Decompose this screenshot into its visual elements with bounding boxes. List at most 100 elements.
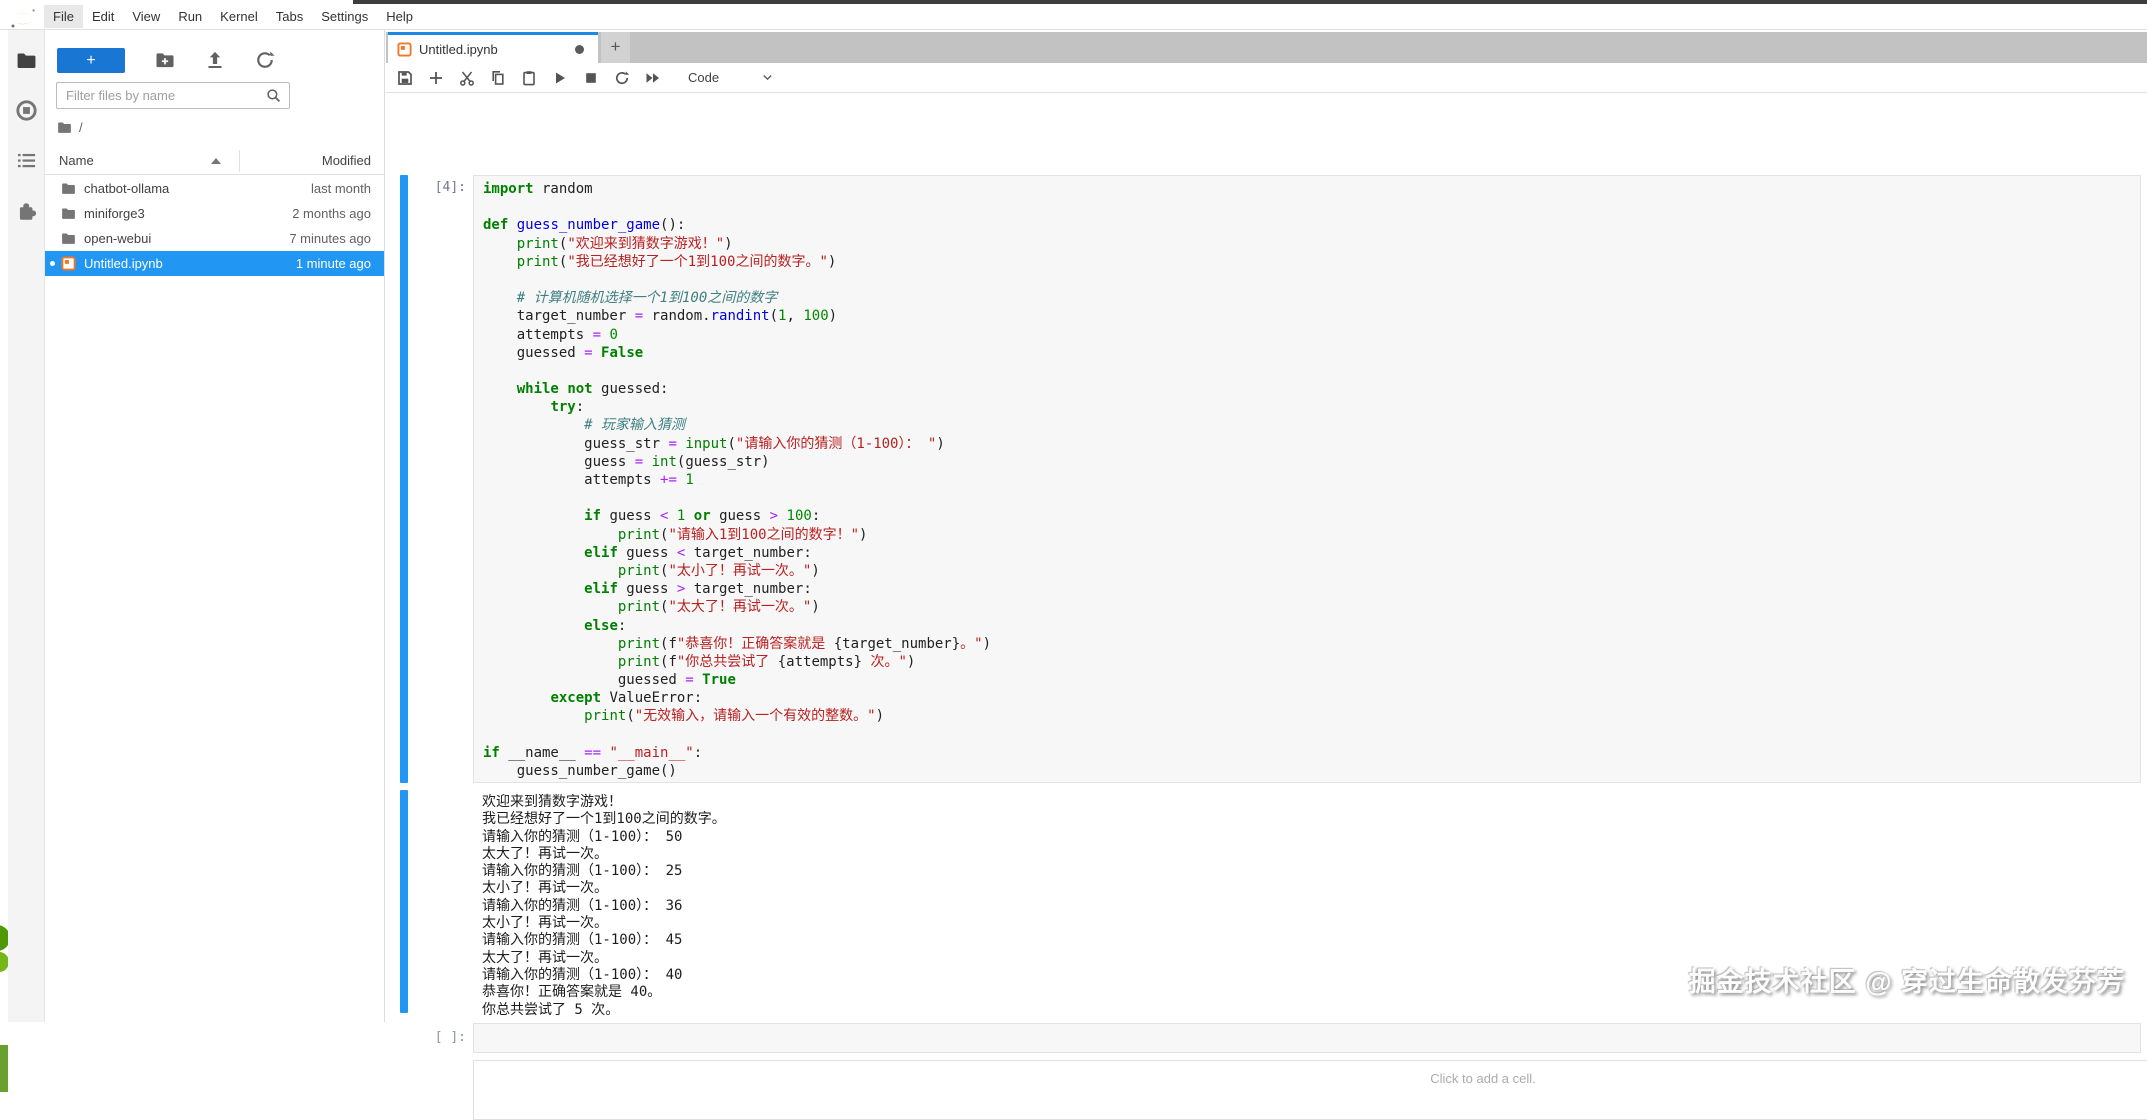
tab-label: Untitled.ipynb <box>419 42 575 57</box>
refresh-icon[interactable] <box>255 50 275 70</box>
file-name: chatbot-ollama <box>84 181 311 196</box>
code-line <box>483 271 2140 289</box>
restart-button[interactable] <box>614 70 630 86</box>
output-line: 请输入你的猜测（1-100）： 25 <box>482 863 2141 880</box>
menu-file[interactable]: File <box>44 5 83 28</box>
notebook-file-icon <box>61 256 76 271</box>
add-cell-button[interactable]: Click to add a cell. <box>473 1060 2147 1120</box>
table-of-contents-icon[interactable] <box>16 150 37 171</box>
sort-ascending-icon <box>211 158 221 164</box>
code-line: print("请输入1到100之间的数字！") <box>483 526 2140 544</box>
code-line: else: <box>483 617 2140 635</box>
breadcrumb[interactable]: / <box>57 120 83 135</box>
menu-edit[interactable]: Edit <box>83 5 123 28</box>
column-divider <box>239 150 240 172</box>
insert-cell-button[interactable] <box>428 70 444 86</box>
menu-bar: FileEditViewRunKernelTabsSettingsHelp <box>0 4 2147 30</box>
output-line: 太大了！再试一次。 <box>482 846 2141 863</box>
interrupt-button[interactable] <box>583 70 599 86</box>
menu-run[interactable]: Run <box>169 5 211 28</box>
code-line: while not guessed: <box>483 380 2140 398</box>
menu-settings[interactable]: Settings <box>312 5 377 28</box>
column-modified[interactable]: Modified <box>322 153 371 168</box>
code-line: attempts += 1 <box>483 471 2140 489</box>
notebook-file-icon <box>397 42 412 57</box>
input-collapser[interactable] <box>400 175 408 783</box>
code-line: elif guess > target_number: <box>483 580 2140 598</box>
file-name: Untitled.ipynb <box>84 256 296 271</box>
notebook-panel: Untitled.ipynb + Code [4]: import random… <box>386 30 2147 1022</box>
cut-button[interactable] <box>459 70 475 86</box>
code-line: guess = int(guess_str) <box>483 453 2140 471</box>
output-line: 请输入你的猜测（1-100）： 50 <box>482 829 2141 846</box>
code-line: except ValueError: <box>483 689 2140 707</box>
copy-button[interactable] <box>490 70 506 86</box>
file-row-miniforge3[interactable]: miniforge32 months ago <box>45 201 384 226</box>
empty-cell-prompt: [ ]: <box>408 1030 466 1045</box>
new-tab-button[interactable]: + <box>601 32 630 63</box>
file-modified: 7 minutes ago <box>289 231 371 246</box>
code-line: def guess_number_game(): <box>483 216 2140 234</box>
code-line: print(f"你总共尝试了 {attempts} 次。") <box>483 653 2140 671</box>
new-folder-icon[interactable] <box>155 50 175 70</box>
code-line: print("我已经想好了一个1到100之间的数字。") <box>483 253 2140 271</box>
column-name[interactable]: Name <box>59 153 94 168</box>
output-line: 太大了！再试一次。 <box>482 950 2141 967</box>
chevron-down-icon <box>761 71 774 84</box>
running-kernel-dot <box>50 261 55 266</box>
code-line: import random <box>483 180 2140 198</box>
output-collapser[interactable] <box>400 790 408 1013</box>
menu-help[interactable]: Help <box>377 5 422 28</box>
output-line: 请输入你的猜测（1-100）： 45 <box>482 932 2141 949</box>
output-line: 请输入你的猜测（1-100）： 36 <box>482 898 2141 915</box>
file-row-untitled.ipynb[interactable]: Untitled.ipynb1 minute ago <box>45 251 384 276</box>
filter-files-box <box>56 82 290 109</box>
file-row-chatbot-ollama[interactable]: chatbot-ollamalast month <box>45 176 384 201</box>
file-row-open-webui[interactable]: open-webui7 minutes ago <box>45 226 384 251</box>
code-line: print("太小了！再试一次。") <box>483 562 2140 580</box>
code-line: if __name__ == "__main__": <box>483 744 2140 762</box>
desktop-sliver <box>0 70 8 1022</box>
output-line: 恭喜你！正确答案就是 40。 <box>482 984 2141 1001</box>
output-line: 太小了！再试一次。 <box>482 880 2141 897</box>
tab-bar: Untitled.ipynb + <box>386 32 2147 63</box>
upload-icon[interactable] <box>205 50 225 70</box>
code-line: target_number = random.randint(1, 100) <box>483 307 2140 325</box>
file-name: miniforge3 <box>84 206 292 221</box>
code-line: print(f"恭喜你！正确答案就是 {target_number}。") <box>483 635 2140 653</box>
new-launcher-button[interactable]: + <box>57 48 125 73</box>
output-line: 太小了！再试一次。 <box>482 915 2141 932</box>
activity-bar <box>8 30 45 1022</box>
code-line <box>483 362 2140 380</box>
cell-type-dropdown[interactable]: Code <box>688 70 788 85</box>
menu-tabs[interactable]: Tabs <box>267 5 312 28</box>
output-line: 欢迎来到猜数字游戏！ <box>482 794 2141 811</box>
unsaved-changes-dot[interactable] <box>575 45 584 54</box>
menu-view[interactable]: View <box>123 5 169 28</box>
file-list-header: Name Modified <box>45 148 384 175</box>
menu-items: FileEditViewRunKernelTabsSettingsHelp <box>44 5 422 28</box>
save-button[interactable] <box>397 70 413 86</box>
code-line: guessed = True <box>483 671 2140 689</box>
notebook-content: [4]: import randomdef guess_number_game(… <box>386 93 2147 1022</box>
empty-cell-editor[interactable] <box>473 1023 2141 1053</box>
tab-untitled-ipynb[interactable]: Untitled.ipynb <box>388 32 598 63</box>
filter-files-input[interactable] <box>57 88 266 103</box>
code-cell-editor[interactable]: import random def guess_number_game(): pr… <box>473 175 2141 783</box>
paste-button[interactable] <box>521 70 537 86</box>
file-browser-icon[interactable] <box>16 50 37 71</box>
code-line: elif guess < target_number: <box>483 544 2140 562</box>
code-line: guess_str = input("请输入你的猜测（1-100）： ") <box>483 435 2140 453</box>
extensions-icon[interactable] <box>16 200 37 221</box>
desktop-green-bar <box>0 1045 8 1092</box>
running-kernels-icon[interactable] <box>16 100 37 121</box>
menu-kernel[interactable]: Kernel <box>211 5 267 28</box>
restart-run-all-button[interactable] <box>645 70 661 86</box>
run-button[interactable] <box>552 70 568 86</box>
code-line: print("无效输入，请输入一个有效的整数。") <box>483 707 2140 725</box>
search-icon <box>266 88 281 103</box>
breadcrumb-root[interactable]: / <box>79 120 83 135</box>
file-name: open-webui <box>84 231 289 246</box>
file-list: chatbot-ollamalast monthminiforge32 mont… <box>45 176 384 276</box>
output-line: 你总共尝试了 5 次。 <box>482 1002 2141 1019</box>
